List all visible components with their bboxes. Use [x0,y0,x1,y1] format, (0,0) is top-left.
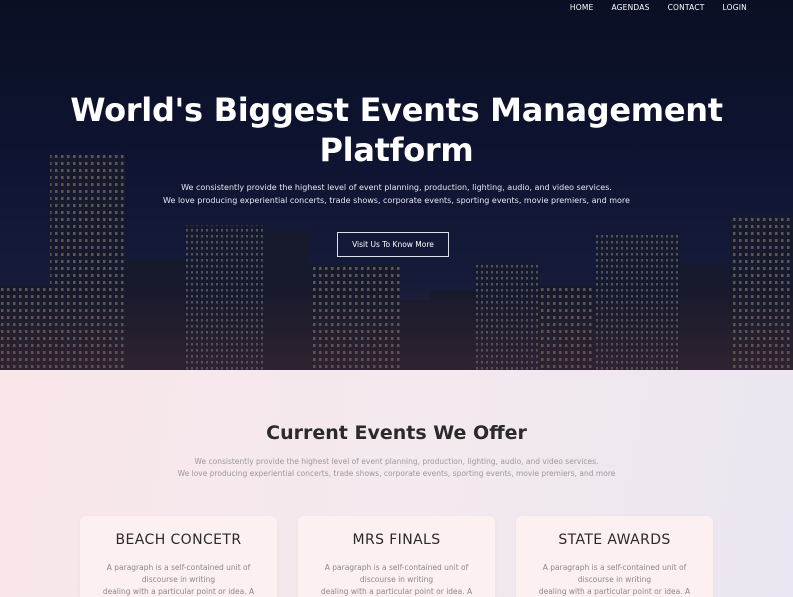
event-card-title: MRS FINALS [352,532,441,548]
event-card-desc-line-2: discourse in writing [577,575,652,584]
horizon-glow [0,290,793,370]
event-card-description: A paragraph is a self-contained unit of … [298,562,495,597]
hero-subtitle: We consistently provide the highest leve… [0,182,793,207]
event-card-description: A paragraph is a self-contained unit of … [516,562,713,597]
hero-section: HOME AGENDAS CONTACT LOGIN World's Bigge… [0,0,793,370]
event-card-desc-line-2: discourse in writing [141,575,216,584]
nav-agendas-link[interactable]: AGENDAS [611,3,649,12]
events-section: Current Events We Offer We consistently … [0,370,793,597]
event-card-mrs-finals[interactable]: MRS FINALS A paragraph is a self-contain… [298,516,495,597]
hero-subtitle-line-2: We love producing experiential concerts,… [163,195,630,205]
event-card-desc-line-1: A paragraph is a self-contained unit of [324,563,469,572]
event-card-desc-line-1: A paragraph is a self-contained unit of [542,563,687,572]
event-card-desc-line-1: A paragraph is a self-contained unit of [106,563,251,572]
events-subtitle-line-1: We consistently provide the highest leve… [194,457,599,466]
event-card-desc-line-3: dealing with a particular point or idea.… [102,587,255,596]
event-card-desc-line-3: dealing with a particular point or idea.… [538,587,691,596]
top-nav: HOME AGENDAS CONTACT LOGIN [570,3,747,12]
events-subtitle-line-2: We love producing experiential concerts,… [177,468,616,478]
hero-title-line-1: World's Biggest Events Management [70,91,723,129]
visit-us-button[interactable]: Visit Us To Know More [337,232,449,257]
hero-title: World's Biggest Events Management Platfo… [0,90,793,170]
nav-contact-link[interactable]: CONTACT [668,3,705,12]
event-card-desc-line-3: dealing with a particular point or idea.… [320,587,473,596]
hero-subtitle-line-1: We consistently provide the highest leve… [181,183,612,192]
event-card-state-awards[interactable]: STATE AWARDS A paragraph is a self-conta… [516,516,713,597]
event-card-title: STATE AWARDS [558,532,671,548]
event-card-beach-concert[interactable]: BEACH CONCETR A paragraph is a self-cont… [80,516,277,597]
nav-home-link[interactable]: HOME [570,3,594,12]
events-subtitle: We consistently provide the highest leve… [0,456,793,479]
nav-login-link[interactable]: LOGIN [723,3,747,12]
hero-title-line-2: Platform [319,131,474,169]
events-title: Current Events We Offer [266,422,527,444]
event-card-desc-line-2: discourse in writing [359,575,434,584]
event-card-description: A paragraph is a self-contained unit of … [80,562,277,597]
event-card-title: BEACH CONCETR [115,532,242,548]
